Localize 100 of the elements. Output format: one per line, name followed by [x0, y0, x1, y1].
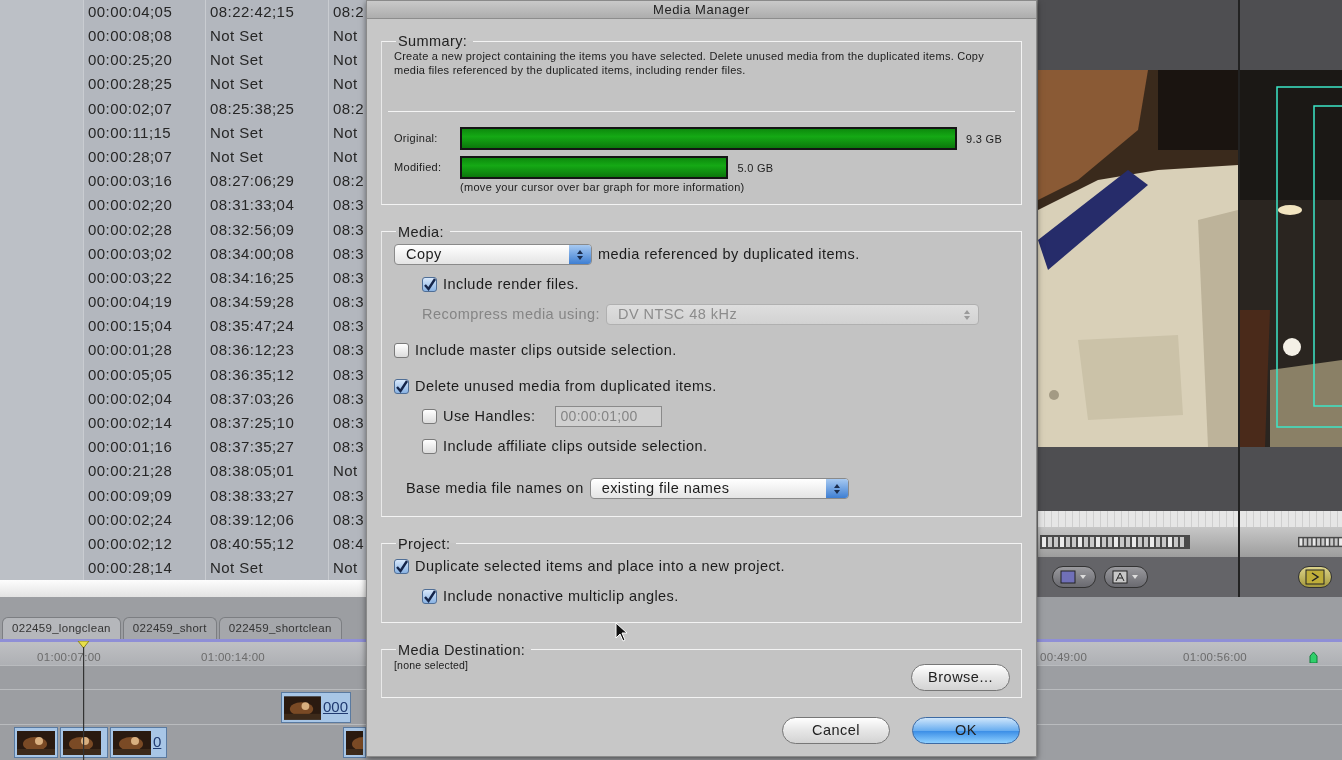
table-cell: 08:22:42;15 [205, 0, 328, 25]
stepper-icon [576, 248, 584, 261]
table-cell: Not Set [205, 24, 328, 49]
bar-label: Original: [394, 131, 439, 147]
table-cell: 00:00:01;28 [83, 338, 205, 363]
cancel-button[interactable]: Cancel [782, 716, 890, 744]
table-cell: 00:00:25;20 [83, 48, 205, 73]
checkbox[interactable] [422, 439, 437, 454]
table-cell: 08:32:56;09 [205, 217, 328, 242]
bar-graph[interactable]: 5.0 GB [460, 156, 957, 179]
table-cell: 08:25:38;25 [205, 96, 328, 121]
table-cell: 08:40:55;12 [205, 532, 328, 557]
table-cell: 00:00:09;09 [83, 483, 205, 508]
clip-name: 0 [153, 732, 162, 753]
clip[interactable] [343, 727, 366, 758]
table-cell: 00:00:28;25 [83, 72, 205, 97]
option-label: Base media file names on [406, 478, 584, 498]
table-cell: 08:27:06;29 [205, 169, 328, 194]
timecode-label: 01:00:56:00 [1183, 650, 1248, 665]
checkbox-label[interactable]: Include master clips outside selection. [415, 339, 677, 362]
sequence-tab[interactable]: 022459_short [122, 616, 217, 639]
play-icon [1305, 569, 1325, 585]
checkbox[interactable] [422, 589, 437, 604]
timecode-label: 00:49:00 [1040, 650, 1088, 665]
checkbox-label[interactable]: Delete unused media from duplicated items. [415, 375, 717, 398]
table-cell: 00:00:03;22 [83, 266, 205, 291]
stepper-icon [832, 482, 841, 495]
table-cell: 00:00:02;24 [83, 507, 205, 533]
text-overlay-icon [1111, 570, 1141, 584]
summary-text: Create a new project containing the items you have selected. Delete unused media from the duplicated items. Copy media files referenced by the duplicated items, including render files. [394, 49, 985, 78]
window-title: Media Manager [367, 1, 1036, 19]
clip[interactable] [60, 727, 108, 758]
checkbox[interactable] [394, 379, 409, 394]
table-cell: 08:37:03;26 [205, 387, 328, 412]
table-cell: 08:39:12;06 [205, 507, 328, 533]
destination-path: [none selected] [394, 657, 469, 673]
frame-icon [1059, 570, 1089, 584]
checkbox[interactable] [394, 343, 409, 358]
table-cell: Not Set [205, 120, 328, 146]
checkbox-label[interactable]: Include nonactive multiclip angles. [443, 585, 679, 608]
option-label: Recompress media using: [422, 304, 600, 324]
marker-icon [1309, 652, 1318, 663]
play-button[interactable] [1298, 566, 1332, 588]
table-cell: 08:31:33;04 [205, 193, 328, 218]
table-cell: 00:00:03;02 [83, 241, 205, 267]
sequence-tab[interactable]: 022459_longclean [2, 616, 121, 639]
clip[interactable] [14, 727, 58, 758]
table-cell: 08:34:59;28 [205, 290, 328, 315]
table-cell: 08:34:16;25 [205, 266, 328, 291]
table-cell: 08:36:12;23 [205, 338, 328, 363]
table-cell: 08:34:00;08 [205, 241, 328, 267]
dropdown[interactable]: existing file names [589, 478, 849, 499]
table-cell: 00:00:02;04 [83, 387, 205, 412]
table-cell: 08:37:25;10 [205, 411, 328, 436]
timecode-label: 01:00:14:00 [201, 650, 266, 665]
clip[interactable]: 0 [110, 727, 167, 758]
stepper-icon [963, 308, 971, 321]
table-cell: 08:36:35;12 [205, 362, 328, 387]
table-cell: 00:00:02;14 [83, 411, 205, 436]
checkbox[interactable] [394, 559, 409, 574]
section-heading: Media: [397, 223, 445, 240]
view-button[interactable] [1052, 566, 1096, 588]
table-cell: 08:38:33;27 [205, 483, 328, 508]
table-cell: Not Set [205, 145, 328, 170]
jog-control[interactable] [1298, 535, 1342, 549]
checkbox-label[interactable]: Include affiliate clips outside selection. [443, 435, 708, 458]
sequence-tab[interactable]: 022459_shortclean [218, 616, 342, 639]
size-reading: 5.0 GB [737, 161, 774, 176]
option-label: media referenced by duplicated items. [598, 244, 860, 264]
section-heading: Project: [397, 535, 452, 552]
checkbox[interactable] [422, 277, 437, 292]
table-cell: Not Set [205, 72, 328, 97]
table-cell: 00:00:01;16 [83, 435, 205, 460]
overlay-button[interactable] [1104, 566, 1148, 588]
clip-name: 000 [322, 697, 348, 718]
jog-control[interactable] [1040, 535, 1190, 549]
ok-button[interactable]: OK [912, 716, 1020, 744]
section-heading: Summary: [397, 33, 469, 49]
table-cell: 08:38:05;01 [205, 459, 328, 484]
table-cell: 00:00:02;12 [83, 532, 205, 557]
hint-text: (move your cursor over bar graph for more information) [459, 180, 746, 195]
table-cell: 00:00:15;04 [83, 314, 205, 339]
table-cell: 08:35:47;24 [205, 314, 328, 339]
table-cell: 00:00:08;08 [83, 24, 205, 49]
table-cell: 00:00:21;28 [83, 459, 205, 484]
browse-button[interactable]: Browse... [911, 663, 1010, 691]
table-cell: 00:00:28;07 [83, 145, 205, 170]
size-reading: 9.3 GB [966, 132, 1003, 147]
checkbox-label[interactable]: Duplicate selected items and place into a new project. [415, 555, 786, 578]
table-cell: 00:00:02;28 [83, 217, 205, 242]
table-cell: Not Set [205, 48, 328, 73]
table-cell: 00:00:05;05 [83, 362, 205, 387]
table-cell: 00:00:04;19 [83, 290, 205, 315]
checkbox-label[interactable]: Include render files. [443, 273, 579, 296]
dropdown[interactable]: Copy [394, 244, 592, 265]
table-cell: 00:00:04;05 [83, 0, 205, 25]
table-cell: 00:00:02;20 [83, 193, 205, 218]
table-cell: 00:00:03;16 [83, 169, 205, 194]
clip[interactable]: 000 [281, 692, 351, 723]
section-heading: Media Destination: [397, 641, 527, 658]
